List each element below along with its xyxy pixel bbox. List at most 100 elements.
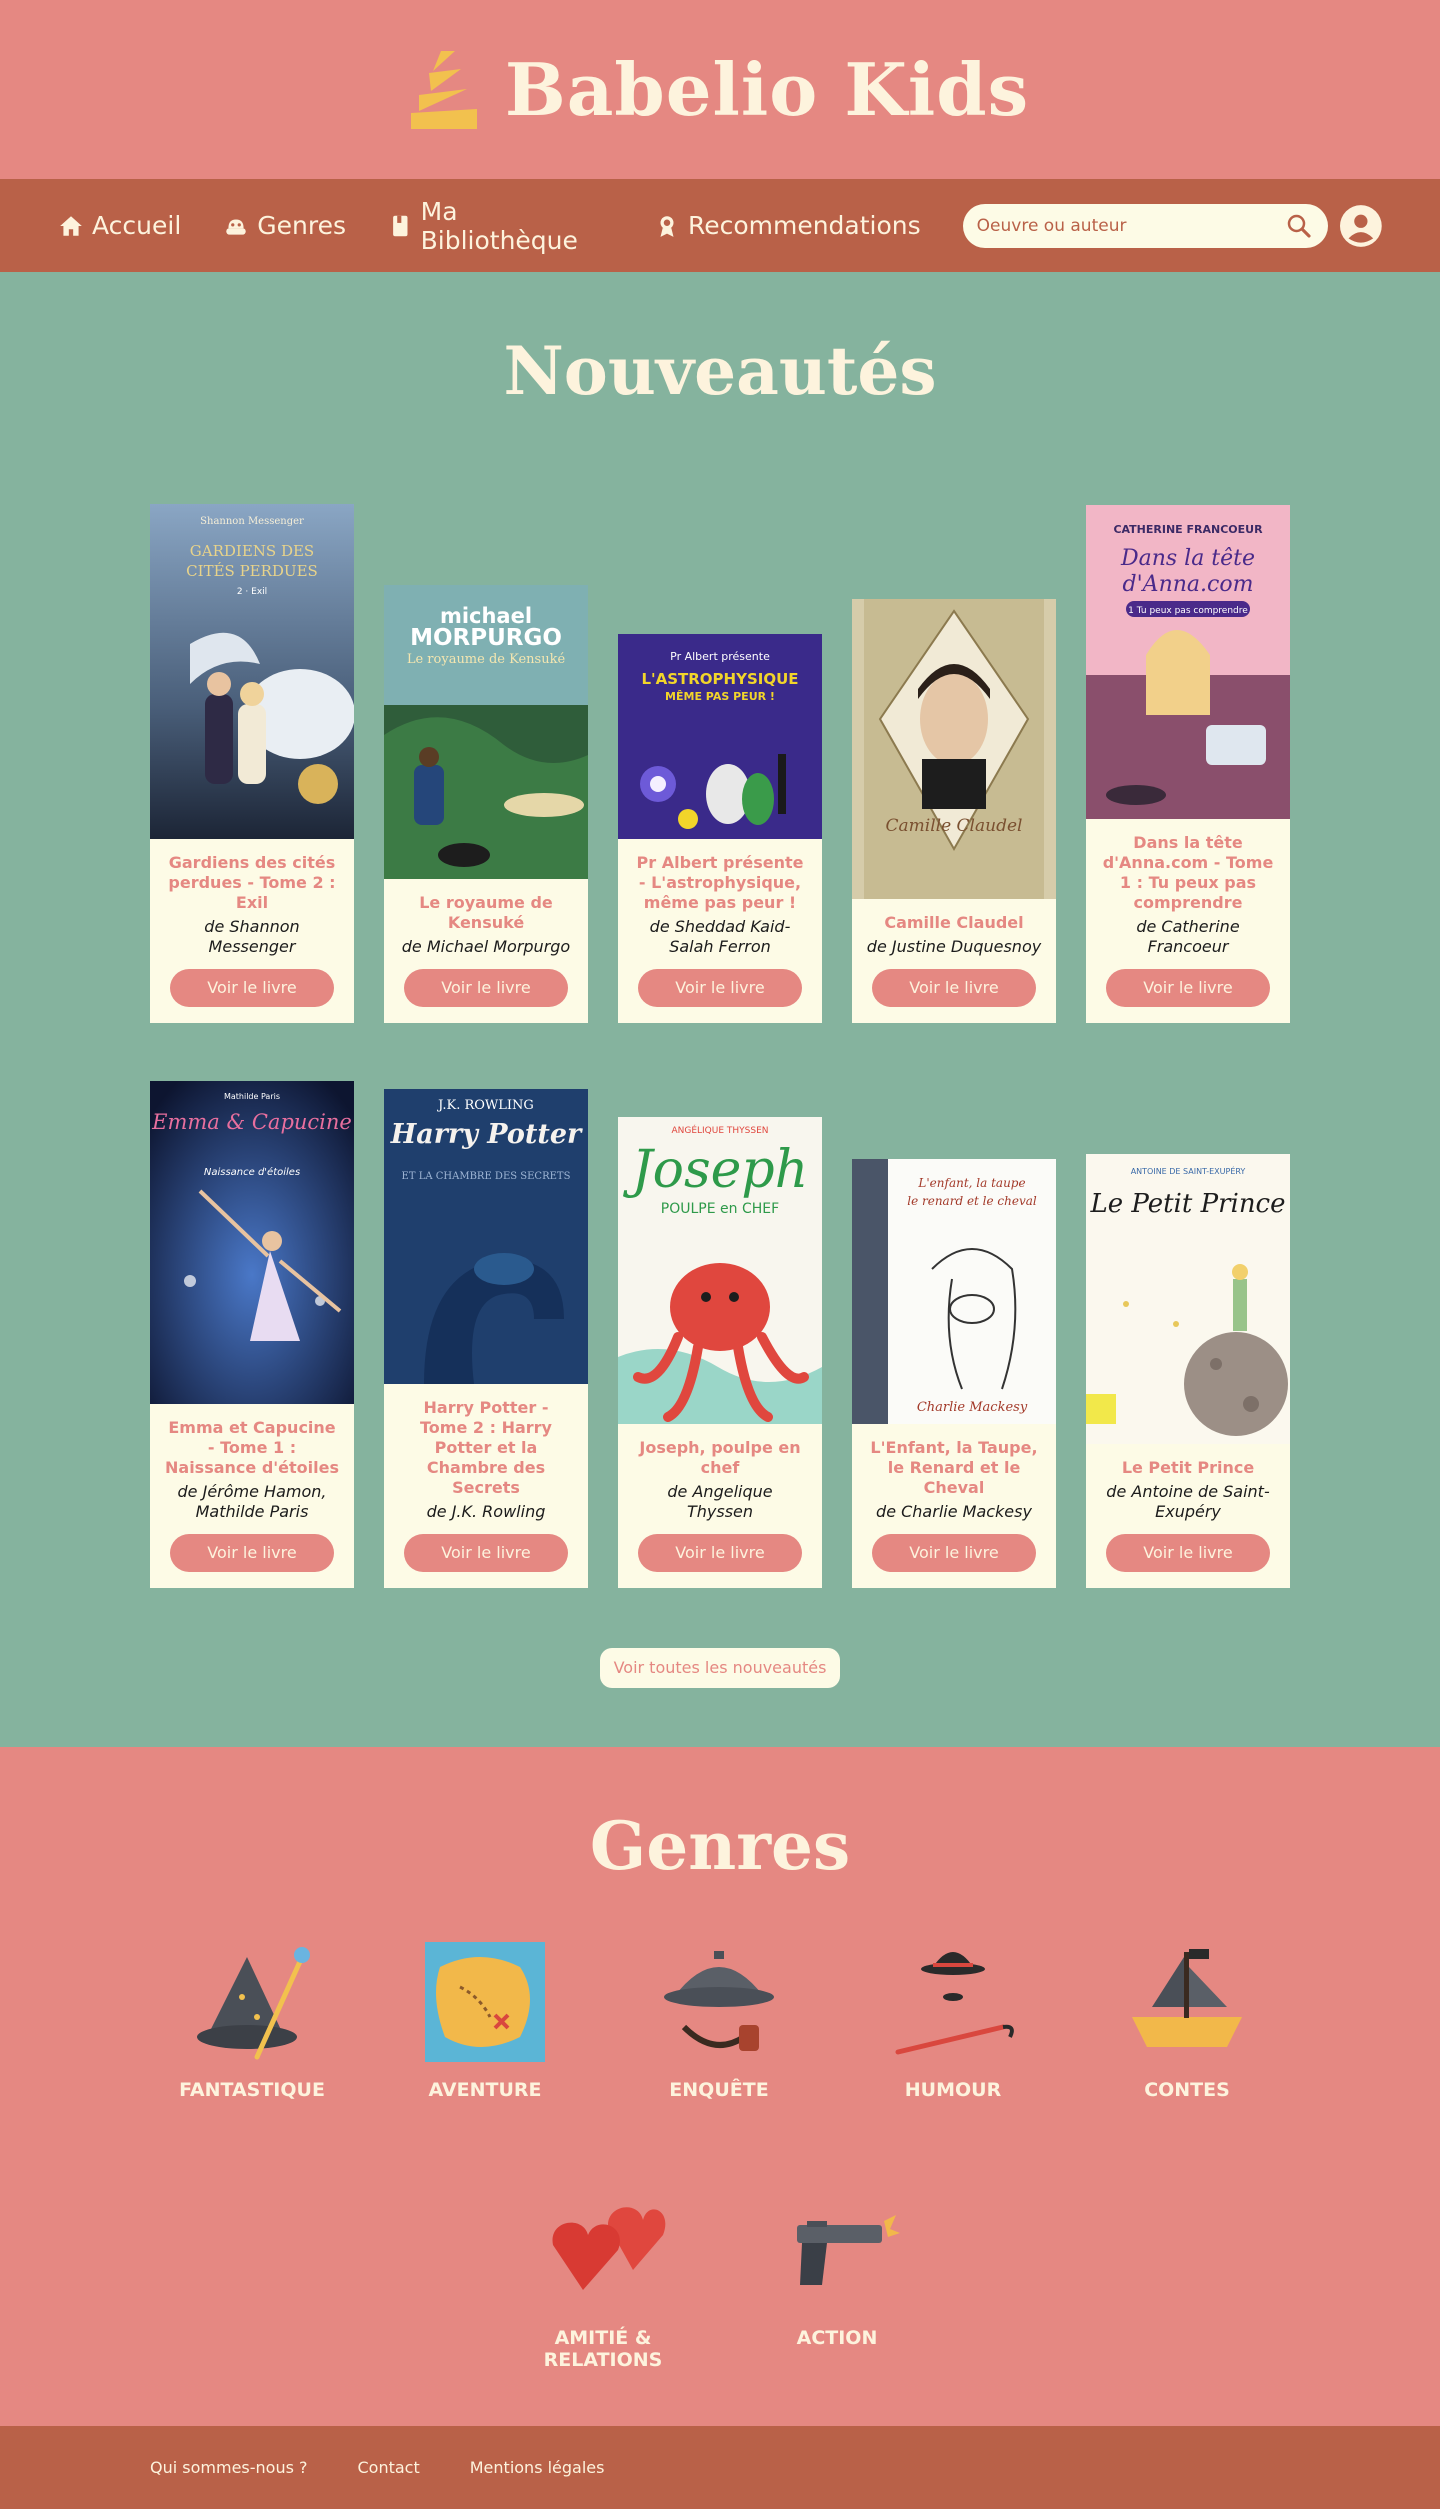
book-cover[interactable]: ANTOINE DE SAINT-EXUPÉRY Le Petit Prince xyxy=(1086,1154,1290,1444)
view-book-button[interactable]: Voir le livre xyxy=(638,969,802,1007)
view-book-button[interactable]: Voir le livre xyxy=(638,1534,802,1572)
wizard-hat-icon xyxy=(197,1947,310,2060)
section-title: Genres xyxy=(589,1807,851,1885)
cover-title: MÊME PAS PEUR ! xyxy=(665,690,775,703)
book-title[interactable]: Joseph, poulpe en chef xyxy=(632,1438,808,1478)
view-book-button[interactable]: Voir le livre xyxy=(170,969,334,1007)
book-title[interactable]: Harry Potter - Tome 2 : Harry Potter et … xyxy=(398,1398,574,1498)
footer-link-contact[interactable]: Contact xyxy=(358,2458,420,2477)
book-row: Shannon Messenger GARDIENS DES CITÉS PER… xyxy=(150,479,1290,1023)
bowler-hat-cane-icon xyxy=(895,1952,1014,2055)
book-cover[interactable]: Shannon Messenger GARDIENS DES CITÉS PER… xyxy=(150,504,354,839)
genres-icon xyxy=(226,219,247,235)
cover-author: MORPURGO xyxy=(410,625,562,651)
book-title[interactable]: Le Petit Prince xyxy=(1100,1458,1276,1478)
book-info: L'Enfant, la Taupe, le Renard et le Chev… xyxy=(852,1424,1056,1588)
footer-link-legal[interactable]: Mentions légales xyxy=(470,2458,605,2477)
section-title: Nouveautés xyxy=(503,332,937,410)
book-title[interactable]: Pr Albert présente - L'astrophysique, mê… xyxy=(632,853,808,913)
view-book-button[interactable]: Voir le livre xyxy=(872,1534,1036,1572)
cover-title: Joseph xyxy=(623,1140,808,1200)
view-book-button[interactable]: Voir le livre xyxy=(1106,969,1270,1007)
nav-item-accueil[interactable]: Accueil xyxy=(58,211,181,240)
view-book-button[interactable]: Voir le livre xyxy=(170,1534,334,1572)
cover-title: Emma & Capucine xyxy=(151,1110,352,1134)
nav-item-bibliotheque[interactable]: Ma Bibliothèque xyxy=(388,197,612,255)
book-title[interactable]: Dans la tête d'Anna.com - Tome 1 : Tu pe… xyxy=(1100,833,1276,913)
book-author: de Antoine de Saint-Exupéry xyxy=(1106,1482,1270,1521)
view-book-button[interactable]: Voir le livre xyxy=(404,1534,568,1572)
main-nav: Accueil Genres Ma Bibliothèque Recommend… xyxy=(0,179,1440,272)
view-book-button[interactable]: Voir le livre xyxy=(1106,1534,1270,1572)
site-footer: Qui sommes-nous ? Contact Mentions légal… xyxy=(0,2426,1440,2509)
book-cover[interactable]: Camille Claudel xyxy=(852,599,1056,899)
book-author: de Shannon Messenger xyxy=(204,917,300,956)
cover-title: Le Petit Prince xyxy=(1089,1189,1285,1219)
book-info: Pr Albert présente - L'astrophysique, mê… xyxy=(618,839,822,1023)
nav-label: Recommendations xyxy=(687,211,921,240)
book-title[interactable]: L'Enfant, la Taupe, le Renard et le Chev… xyxy=(866,1438,1042,1498)
cover-author: ANGÉLIQUE THYSSEN xyxy=(671,1124,768,1136)
cover-title: Harry Potter xyxy=(390,1119,583,1150)
genre-contes[interactable]: CONTES xyxy=(1087,1937,1287,2101)
new-releases-section: Nouveautés Shannon Messenger GARDIENS DE… xyxy=(0,272,1440,1747)
book-cover[interactable]: michael MORPURGO Le royaume de Kensuké xyxy=(384,585,588,879)
treasure-map-icon xyxy=(425,1942,545,2062)
genre-label: ACTION xyxy=(796,2327,878,2349)
cover-title: L'enfant, la taupe xyxy=(917,1176,1025,1190)
pistol-icon xyxy=(797,2215,900,2285)
cover-author: J.K. ROWLING xyxy=(436,1098,534,1113)
account-icon[interactable] xyxy=(1340,204,1383,248)
book-author: de Justine Duquesnoy xyxy=(866,937,1042,956)
book-title[interactable]: Le royaume de Kensuké xyxy=(398,893,574,933)
book-icon xyxy=(393,215,408,236)
brand-name[interactable]: Babelio Kids xyxy=(505,47,1029,132)
cover-author: Charlie Mackesy xyxy=(917,1400,1028,1415)
cover-title: Le royaume de Kensuké xyxy=(407,652,566,667)
book-card: CATHERINE FRANCOEUR Dans la tête d'Anna.… xyxy=(1086,505,1290,1023)
book-info: Le royaume de Kensuké de Michael Morpurg… xyxy=(384,879,588,1023)
book-title[interactable]: Camille Claudel xyxy=(866,913,1042,933)
book-author: de Sheddad Kaid-Salah Ferron xyxy=(649,917,791,956)
book-cover[interactable]: Mathilde Paris Emma & Capucine Naissance… xyxy=(150,1081,354,1404)
book-cover[interactable]: J.K. ROWLING Harry Potter ET LA CHAMBRE … xyxy=(384,1089,588,1384)
nav-item-genres[interactable]: Genres xyxy=(223,211,346,240)
view-book-button[interactable]: Voir le livre xyxy=(404,969,568,1007)
view-book-button[interactable]: Voir le livre xyxy=(872,969,1036,1007)
book-title[interactable]: Gardiens des cités perdues - Tome 2 : Ex… xyxy=(164,853,340,913)
genre-label: HUMOUR xyxy=(904,2079,1002,2101)
book-card: J.K. ROWLING Harry Potter ET LA CHAMBRE … xyxy=(384,1089,588,1588)
cover-author: Pr Albert présente xyxy=(670,650,770,663)
nav-item-recommendations[interactable]: Recommendations xyxy=(654,211,921,240)
genre-humour[interactable]: HUMOUR xyxy=(853,1937,1053,2101)
book-cover[interactable]: ANGÉLIQUE THYSSEN Joseph POULPE en CHEF xyxy=(618,1117,822,1424)
book-author: de J.K. Rowling xyxy=(426,1502,546,1521)
view-all-new-releases-button[interactable]: Voir toutes les nouveautés xyxy=(600,1648,840,1688)
genre-aventure[interactable]: AVENTURE xyxy=(385,1937,585,2101)
site-header: Babelio Kids xyxy=(0,0,1440,179)
pirate-ship-icon xyxy=(1132,1949,1242,2047)
search-input[interactable] xyxy=(976,215,1285,236)
cover-subtitle: POULPE en CHEF xyxy=(661,1201,779,1217)
book-row: Mathilde Paris Emma & Capucine Naissance… xyxy=(150,1056,1290,1588)
book-cover[interactable]: L'enfant, la taupe le renard et le cheva… xyxy=(852,1159,1056,1424)
genre-action[interactable]: ACTION xyxy=(737,2185,937,2349)
cover-title: le renard et le cheval xyxy=(907,1194,1037,1208)
cover-author: Shannon Messenger xyxy=(200,516,304,527)
book-title[interactable]: Emma et Capucine - Tome 1 : Naissance d'… xyxy=(164,1418,340,1478)
genre-fantastique[interactable]: FANTASTIQUE xyxy=(152,1937,352,2101)
logo-icon[interactable] xyxy=(410,50,477,129)
genre-enquete[interactable]: ENQUÊTE xyxy=(619,1937,819,2101)
cover-author: ANTOINE DE SAINT-EXUPÉRY xyxy=(1131,1165,1246,1176)
search-icon[interactable] xyxy=(1284,211,1314,241)
book-cover[interactable]: Pr Albert présente L'ASTROPHYSIQUE MÊME … xyxy=(618,634,822,839)
book-card: michael MORPURGO Le royaume de Kensuké L… xyxy=(384,585,588,1023)
cover-title: Dans la tête xyxy=(1120,546,1255,571)
book-cover[interactable]: CATHERINE FRANCOEUR Dans la tête d'Anna.… xyxy=(1086,505,1290,819)
cover-author: CATHERINE FRANCOEUR xyxy=(1113,523,1263,536)
book-card: Shannon Messenger GARDIENS DES CITÉS PER… xyxy=(150,504,354,1023)
detective-hat-pipe-icon xyxy=(664,1951,774,2051)
nav-label: Genres xyxy=(257,211,347,240)
genre-amitie-relations[interactable]: AMITIÉ & RELATIONS xyxy=(503,2185,703,2371)
footer-link-about[interactable]: Qui sommes-nous ? xyxy=(150,2458,308,2477)
